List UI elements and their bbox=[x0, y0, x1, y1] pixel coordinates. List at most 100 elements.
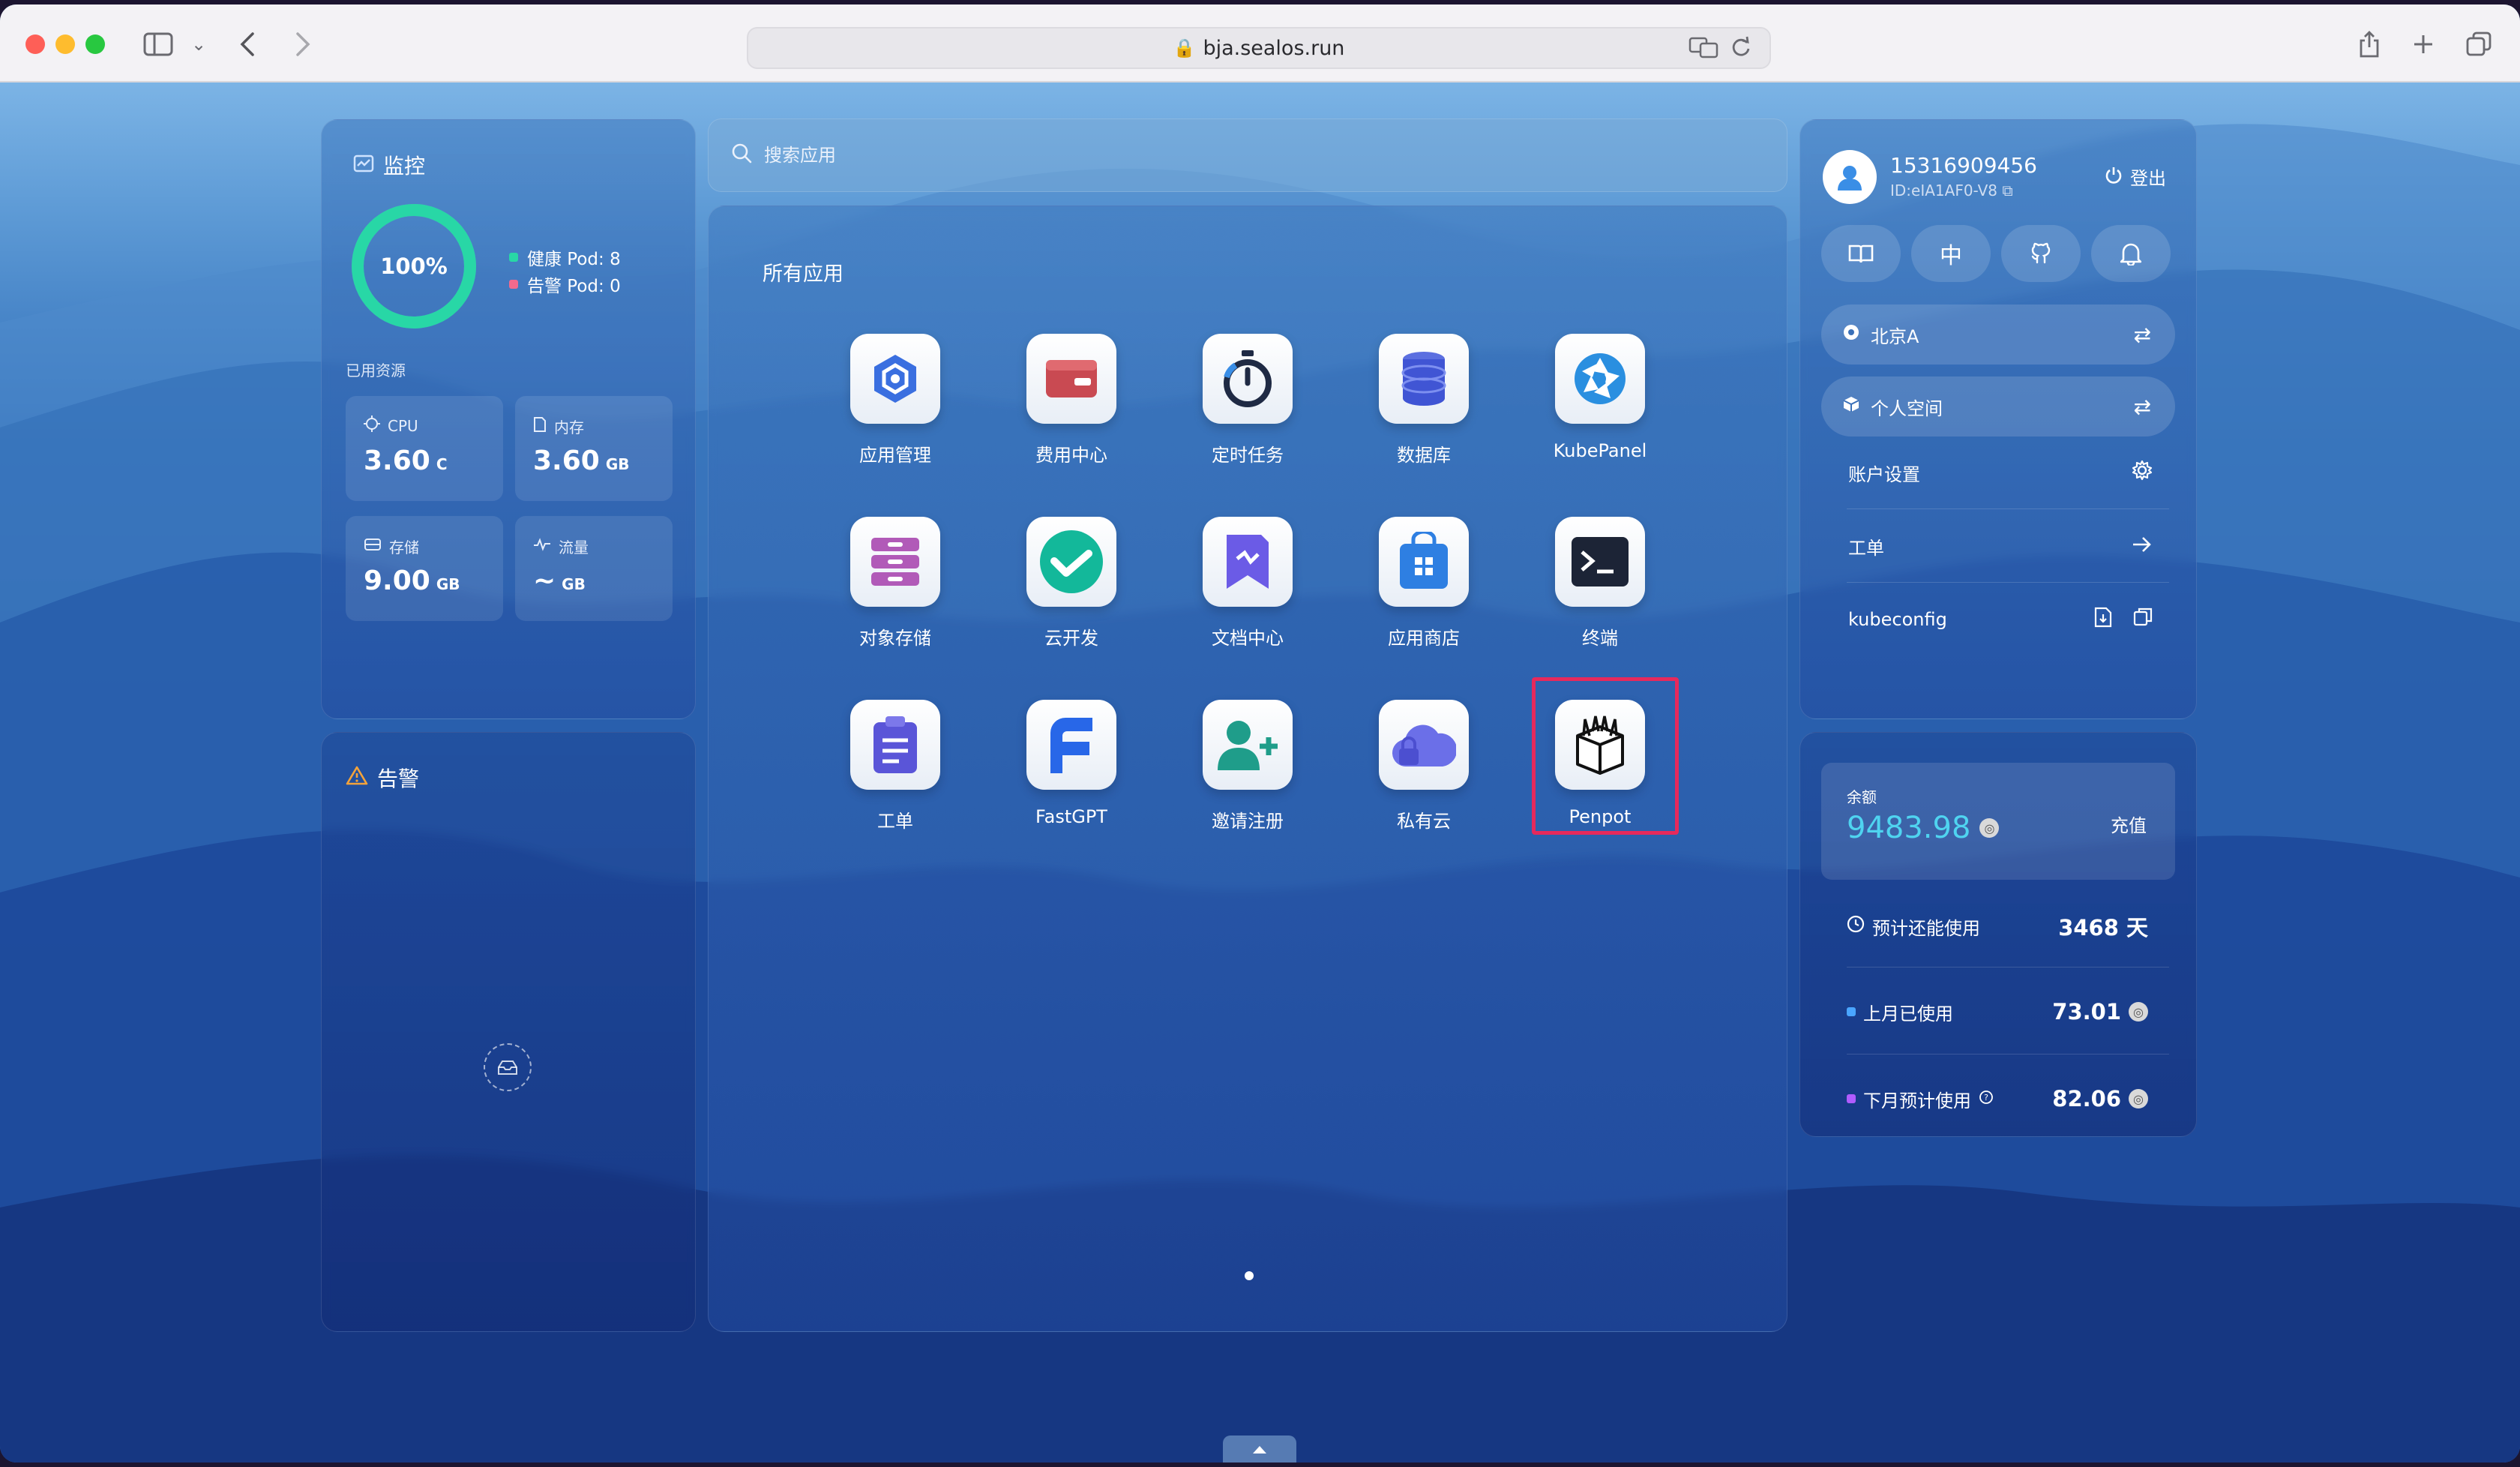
sidebar-toggle-icon[interactable] bbox=[139, 27, 177, 62]
back-icon[interactable] bbox=[232, 27, 262, 62]
notifications-button[interactable] bbox=[2091, 225, 2171, 282]
balance-card: 余额 9483.98 ◎ 充值 bbox=[1821, 763, 2175, 880]
close-window-button[interactable] bbox=[25, 34, 45, 54]
browser-toolbar: ⌄ 🔒 bja.sealos.run bbox=[0, 4, 2520, 82]
app-private-cloud[interactable]: 私有云 bbox=[1345, 700, 1503, 850]
page-indicator-dot[interactable] bbox=[1245, 1271, 1254, 1280]
avatar[interactable] bbox=[1823, 150, 1877, 204]
new-tab-icon[interactable] bbox=[2408, 27, 2438, 62]
cpu-icon bbox=[364, 416, 380, 436]
copy-icon[interactable]: ⧉ bbox=[2002, 182, 2012, 200]
bell-icon bbox=[2120, 243, 2141, 266]
wallet-icon bbox=[1046, 360, 1097, 398]
storage-card: 存储 9.00 GB bbox=[346, 516, 503, 621]
reload-icon[interactable] bbox=[1730, 36, 1751, 64]
account-phone: 15316909456 bbox=[1890, 153, 2037, 178]
account-settings-item[interactable]: 账户设置 bbox=[1821, 436, 2175, 508]
chevron-up-icon bbox=[1253, 1446, 1266, 1454]
lock-icon: 🔒 bbox=[1173, 38, 1196, 58]
clock-icon bbox=[1847, 915, 1865, 938]
app-scheduled-tasks[interactable]: 定时任务 bbox=[1169, 334, 1326, 484]
app-kubepanel[interactable]: KubePanel bbox=[1521, 334, 1679, 484]
memory-icon bbox=[533, 416, 547, 436]
app-work-order[interactable]: 工单 bbox=[817, 700, 974, 850]
book-icon bbox=[1848, 244, 1874, 263]
arrow-right-icon bbox=[2132, 534, 2153, 559]
app-app-store[interactable]: 应用商店 bbox=[1345, 517, 1503, 667]
search-icon bbox=[731, 142, 752, 169]
share-icon[interactable] bbox=[2354, 27, 2384, 62]
chevron-down-icon[interactable]: ⌄ bbox=[187, 27, 210, 62]
coin-icon: ◎ bbox=[2129, 1002, 2148, 1022]
app-terminal[interactable]: 终端 bbox=[1521, 517, 1679, 667]
region-switch[interactable]: 北京A ⇄ bbox=[1821, 304, 2175, 364]
swap-icon[interactable]: ⇄ bbox=[2134, 394, 2151, 419]
cpu-card: CPU 3.60 C bbox=[346, 396, 503, 501]
account-panel: 15316909456 ID:eIA1AF0-V8 ⧉ 登出 中 北京A ⇄ 个… bbox=[1799, 119, 2197, 719]
monitor-panel: 监控 100% 健康 Pod: 8 告警 Pod: 0 已用资源 CPU 3.6… bbox=[321, 119, 696, 719]
dock-toggle[interactable] bbox=[1223, 1436, 1296, 1462]
healthy-pod: 健康 Pod: 8 bbox=[509, 244, 621, 270]
gear-icon bbox=[2132, 460, 2153, 486]
hexagon-app-icon bbox=[874, 355, 916, 403]
remaining-days: 预计还能使用 3468 天 bbox=[1821, 883, 2175, 970]
minimize-window-button[interactable] bbox=[55, 34, 75, 54]
last-month-usage: 上月已使用 73.01 ◎ bbox=[1821, 968, 2175, 1055]
recharge-button[interactable]: 充值 bbox=[2111, 811, 2147, 837]
empty-inbox-icon bbox=[484, 1043, 532, 1091]
cube-icon bbox=[1842, 395, 1860, 418]
alarm-panel: 告警 bbox=[321, 732, 696, 1332]
help-icon[interactable]: ? bbox=[1979, 1088, 1994, 1109]
app-app-management[interactable]: 应用管理 bbox=[817, 334, 974, 484]
maximize-window-button[interactable] bbox=[85, 34, 105, 54]
tab-overview-icon[interactable] bbox=[2464, 27, 2494, 62]
github-button[interactable] bbox=[2001, 225, 2081, 282]
app-billing-center[interactable]: 费用中心 bbox=[993, 334, 1150, 484]
next-month-marker bbox=[1847, 1094, 1856, 1103]
app-database[interactable]: 数据库 bbox=[1345, 334, 1503, 484]
apps-title: 所有应用 bbox=[763, 262, 843, 286]
memory-card: 内存 3.60 GB bbox=[515, 396, 673, 501]
coin-icon: ◎ bbox=[2129, 1089, 2148, 1108]
app-penpot[interactable]: Penpot bbox=[1521, 677, 1679, 850]
download-icon[interactable] bbox=[2094, 607, 2112, 633]
svg-text:?: ? bbox=[1984, 1093, 1988, 1102]
address-bar[interactable]: 🔒 bja.sealos.run bbox=[747, 27, 1771, 69]
next-month-estimate: 下月预计使用 ? 82.06 ◎ bbox=[1821, 1055, 2175, 1142]
browser-window: ⌄ 🔒 bja.sealos.run 监控 100% 健康 Pod: 8 告警 … bbox=[0, 4, 2520, 1462]
alarm-title: 告警 bbox=[346, 763, 419, 793]
divider bbox=[1847, 582, 2169, 583]
swap-icon[interactable]: ⇄ bbox=[2134, 322, 2151, 347]
workspace-switch[interactable]: 个人空间 ⇄ bbox=[1821, 376, 2175, 436]
docs-book-button[interactable] bbox=[1821, 225, 1901, 282]
copy-icon[interactable] bbox=[2133, 607, 2153, 633]
account-id[interactable]: ID:eIA1AF0-V8 ⧉ bbox=[1890, 182, 2013, 200]
logout-button[interactable]: 登出 bbox=[2105, 164, 2166, 190]
divider bbox=[1847, 508, 2169, 509]
pulse-icon bbox=[533, 537, 551, 556]
monitor-icon bbox=[353, 153, 374, 178]
app-fastgpt[interactable]: FastGPT bbox=[993, 700, 1150, 850]
search-input[interactable] bbox=[764, 145, 1664, 166]
alarm-pod: 告警 Pod: 0 bbox=[509, 272, 621, 297]
translate-icon[interactable] bbox=[1688, 36, 1718, 64]
warning-icon bbox=[346, 765, 368, 791]
store-bag-icon bbox=[1400, 532, 1448, 589]
app-object-storage[interactable]: 对象存储 bbox=[817, 517, 974, 667]
app-search[interactable] bbox=[708, 118, 1787, 192]
language-button[interactable]: 中 bbox=[1911, 225, 1991, 282]
aperture-icon bbox=[1575, 353, 1626, 404]
app-invite-register[interactable]: 邀请注册 bbox=[1169, 700, 1326, 850]
database-icon bbox=[1401, 352, 1446, 406]
traffic-card: 流量 ~ GB bbox=[515, 516, 673, 621]
app-cloud-dev[interactable]: 云开发 bbox=[993, 517, 1150, 667]
forward-icon[interactable] bbox=[288, 27, 318, 62]
kubeconfig-item[interactable]: kubeconfig bbox=[1821, 584, 2175, 656]
add-user-icon bbox=[1218, 721, 1278, 770]
github-icon bbox=[2031, 242, 2051, 264]
work-order-item[interactable]: 工单 bbox=[1821, 510, 2175, 582]
balance-value: 9483.98 ◎ bbox=[1847, 811, 2000, 845]
app-docs-center[interactable]: 文档中心 bbox=[1169, 517, 1326, 667]
penpot-icon bbox=[1576, 716, 1624, 775]
alarm-dot bbox=[509, 280, 518, 289]
